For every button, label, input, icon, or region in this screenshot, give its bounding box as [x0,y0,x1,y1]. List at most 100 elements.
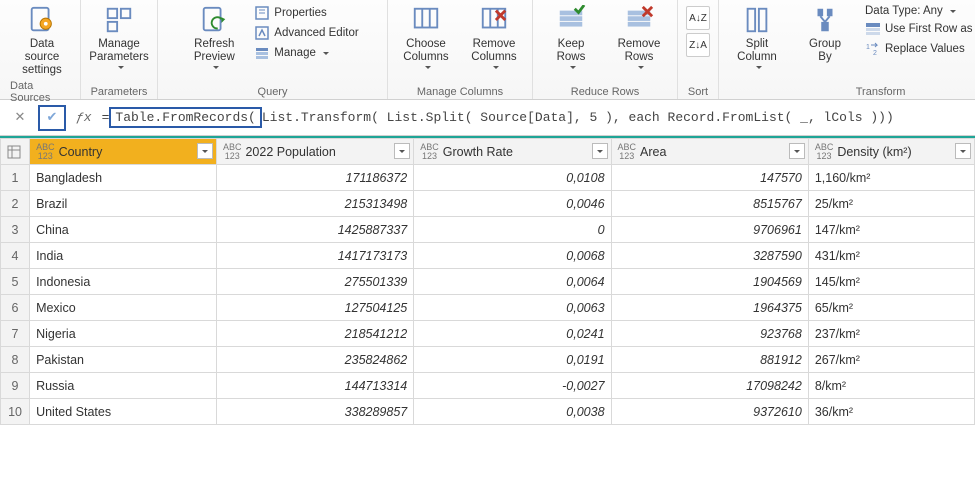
column-filter-button[interactable] [394,143,410,159]
table-corner-button[interactable] [1,139,30,165]
table-row[interactable]: 1Bangladesh1711863720,01081475701,160/km… [1,165,975,191]
cell[interactable]: 0,0064 [414,269,611,295]
row-index[interactable]: 8 [1,347,30,373]
column-header[interactable]: ABC123Growth Rate [414,139,611,165]
cell[interactable]: 65/km² [808,295,974,321]
sort-ascending-button[interactable]: A↓Z [686,6,710,30]
column-filter-button[interactable] [197,143,213,159]
cell[interactable]: 923768 [611,321,808,347]
cell[interactable]: Mexico [30,295,217,321]
cell[interactable]: China [30,217,217,243]
properties-button[interactable]: Properties [250,4,362,22]
table-row[interactable]: 3China142588733709706961147/km² [1,217,975,243]
cell[interactable]: 0,0108 [414,165,611,191]
cell[interactable]: Bangladesh [30,165,217,191]
row-index[interactable]: 1 [1,165,30,191]
cell[interactable]: 0 [414,217,611,243]
cell[interactable]: 881912 [611,347,808,373]
group-by-button[interactable]: GroupBy [793,2,857,64]
row-index[interactable]: 3 [1,217,30,243]
column-header[interactable]: ABC123Density (km²) [808,139,974,165]
choose-columns-button[interactable]: ChooseColumns [394,2,458,70]
row-index[interactable]: 9 [1,373,30,399]
cell[interactable]: 1417173173 [216,243,413,269]
cell[interactable]: Nigeria [30,321,217,347]
data-type-button[interactable]: Data Type: Any [861,4,975,18]
cell[interactable]: Pakistan [30,347,217,373]
cell[interactable]: 275501339 [216,269,413,295]
column-header[interactable]: ABC1232022 Population [216,139,413,165]
cell[interactable]: Brazil [30,191,217,217]
manage-parameters-button[interactable]: ManageParameters [87,2,151,70]
formula-input[interactable]: = Table.FromRecords( List.Transform( Lis… [102,107,967,128]
advanced-editor-button[interactable]: Advanced Editor [250,24,362,42]
cell[interactable]: 17098242 [611,373,808,399]
sort-descending-button[interactable]: Z↓A [686,33,710,57]
cell[interactable]: 0,0038 [414,399,611,425]
formula-cancel-button[interactable]: ✕ [8,106,32,130]
data-source-settings-button[interactable]: Data sourcesettings [10,2,74,78]
formula-accept-button[interactable]: ✔ [38,105,66,131]
column-filter-button[interactable] [592,143,608,159]
cell[interactable]: 171186372 [216,165,413,191]
cell[interactable]: United States [30,399,217,425]
cell[interactable]: 127504125 [216,295,413,321]
table-row[interactable]: 9Russia144713314-0,0027170982428/km² [1,373,975,399]
cell[interactable]: 1425887337 [216,217,413,243]
cell[interactable]: 145/km² [808,269,974,295]
cell[interactable]: 3287590 [611,243,808,269]
keep-rows-button[interactable]: KeepRows [539,2,603,70]
remove-rows-button[interactable]: RemoveRows [607,2,671,70]
manage-button[interactable]: Manage [250,44,362,62]
cell[interactable]: 215313498 [216,191,413,217]
cell[interactable]: India [30,243,217,269]
table-row[interactable]: 8Pakistan2358248620,0191881912267/km² [1,347,975,373]
cell[interactable]: -0,0027 [414,373,611,399]
cell[interactable]: 0,0241 [414,321,611,347]
table-row[interactable]: 5Indonesia2755013390,00641904569145/km² [1,269,975,295]
refresh-preview-button[interactable]: RefreshPreview [182,2,246,70]
cell[interactable]: 218541212 [216,321,413,347]
cell[interactable]: 8/km² [808,373,974,399]
row-index[interactable]: 2 [1,191,30,217]
table-row[interactable]: 6Mexico1275041250,0063196437565/km² [1,295,975,321]
table-row[interactable]: 4India14171731730,00683287590431/km² [1,243,975,269]
cell[interactable]: 1964375 [611,295,808,321]
column-header[interactable]: ABC123Country [30,139,217,165]
column-header[interactable]: ABC123Area [611,139,808,165]
cell[interactable]: Russia [30,373,217,399]
cell[interactable]: 144713314 [216,373,413,399]
cell[interactable]: 338289857 [216,399,413,425]
first-row-headers-button[interactable]: Use First Row as Headers [861,20,975,38]
cell[interactable]: Indonesia [30,269,217,295]
column-filter-button[interactable] [955,143,971,159]
cell[interactable]: 147570 [611,165,808,191]
column-filter-button[interactable] [789,143,805,159]
remove-columns-button[interactable]: RemoveColumns [462,2,526,70]
cell[interactable]: 9706961 [611,217,808,243]
cell[interactable]: 267/km² [808,347,974,373]
cell[interactable]: 8515767 [611,191,808,217]
cell[interactable]: 237/km² [808,321,974,347]
table-row[interactable]: 2Brazil2153134980,0046851576725/km² [1,191,975,217]
row-index[interactable]: 5 [1,269,30,295]
row-index[interactable]: 10 [1,399,30,425]
row-index[interactable]: 7 [1,321,30,347]
cell[interactable]: 0,0191 [414,347,611,373]
row-index[interactable]: 4 [1,243,30,269]
replace-values-button[interactable]: 12 Replace Values [861,40,975,58]
cell[interactable]: 147/km² [808,217,974,243]
cell[interactable]: 0,0046 [414,191,611,217]
row-index[interactable]: 6 [1,295,30,321]
cell[interactable]: 1,160/km² [808,165,974,191]
cell[interactable]: 0,0068 [414,243,611,269]
cell[interactable]: 25/km² [808,191,974,217]
split-column-button[interactable]: SplitColumn [725,2,789,70]
cell[interactable]: 1904569 [611,269,808,295]
cell[interactable]: 36/km² [808,399,974,425]
cell[interactable]: 9372610 [611,399,808,425]
cell[interactable]: 0,0063 [414,295,611,321]
table-row[interactable]: 7Nigeria2185412120,0241923768237/km² [1,321,975,347]
cell[interactable]: 235824862 [216,347,413,373]
cell[interactable]: 431/km² [808,243,974,269]
